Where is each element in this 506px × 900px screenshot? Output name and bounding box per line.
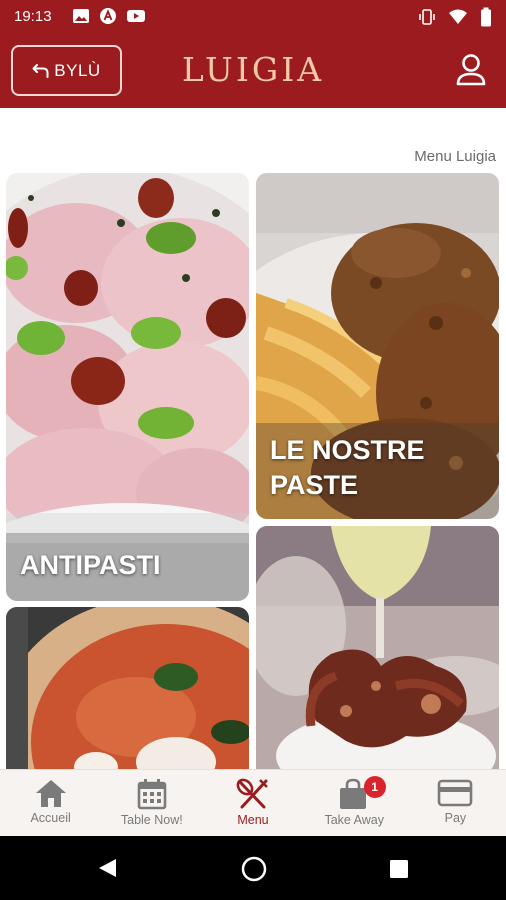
status-bar: 19:13 [0, 0, 506, 34]
nav-item-menu[interactable]: Menu [202, 770, 303, 836]
category-card-secondi[interactable] [256, 526, 499, 769]
take-away-badge: 1 [363, 776, 386, 798]
system-navigation-bar [0, 836, 506, 900]
home-circle-icon[interactable] [241, 856, 267, 882]
status-time: 19:13 [14, 8, 52, 25]
recents-square-icon[interactable] [388, 858, 410, 880]
nav-label-accueil: Accueil [30, 811, 71, 825]
youtube-icon [127, 10, 145, 22]
person-icon [456, 54, 486, 86]
wifi-icon [449, 9, 467, 24]
card-label-paste: LE NOSTRE PASTE [270, 433, 425, 503]
breadcrumb: Menu Luigia [414, 148, 496, 165]
nav-item-accueil[interactable]: Accueil [0, 770, 101, 836]
card-label-paste-line2: PASTE [270, 470, 359, 500]
category-card-paste[interactable]: LE NOSTRE PASTE [256, 173, 499, 519]
brand-title: LUIGIA [181, 50, 325, 89]
card-label-antipasti: ANTIPASTI [20, 550, 161, 580]
status-system-icons [418, 7, 492, 27]
octopus-photo [256, 526, 499, 769]
app-header: BYLÙ LUIGIA [0, 34, 506, 108]
nav-item-take-away[interactable]: 1 Take Away [304, 770, 405, 836]
battery-icon [481, 7, 491, 27]
nav-label-take-away: Take Away [324, 813, 384, 827]
home-icon [35, 780, 66, 807]
card-label-paste-line1: LE NOSTRE [270, 435, 425, 465]
credit-card-icon [438, 779, 473, 807]
menu-page: Menu Luigia ANTIPASTI LE NOSTRE PASTE [0, 108, 506, 769]
account-button[interactable] [452, 51, 490, 91]
account-circle-a-icon [100, 8, 116, 24]
vibrate-icon [419, 9, 435, 25]
antipasti-photo [6, 173, 249, 601]
nav-label-menu: Menu [237, 813, 269, 827]
back-triangle-icon[interactable] [96, 857, 118, 879]
category-card-pizza[interactable] [6, 607, 249, 769]
bottom-navigation: Accueil Table Now! Menu 1 Take Away Pay [0, 769, 506, 836]
status-notification-icons [72, 7, 146, 25]
calendar-icon [137, 779, 167, 810]
category-card-antipasti[interactable]: ANTIPASTI [6, 173, 249, 601]
fork-knife-icon [236, 778, 268, 809]
nav-item-table-now[interactable]: Table Now! [101, 770, 202, 836]
nav-label-table-now: Table Now! [120, 813, 183, 827]
nav-item-pay[interactable]: Pay [405, 770, 506, 836]
pizza-photo [6, 607, 249, 769]
image-icon [73, 9, 89, 23]
nav-label-pay: Pay [444, 811, 467, 825]
